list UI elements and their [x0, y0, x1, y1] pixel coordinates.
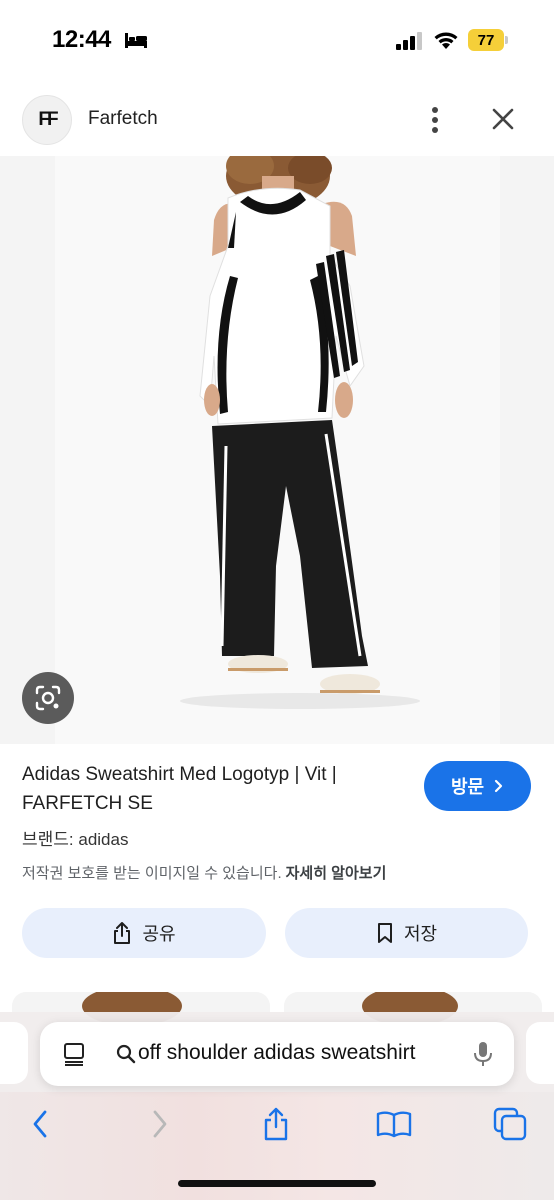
visit-button-label: 방문: [450, 777, 485, 797]
status-time: 12:44: [52, 26, 111, 53]
product-image[interactable]: [0, 156, 554, 744]
previous-tab-preview[interactable]: [0, 1022, 28, 1084]
save-button[interactable]: 저장: [285, 908, 528, 958]
visit-button[interactable]: 방문: [424, 761, 531, 811]
next-tab-preview[interactable]: [526, 1022, 554, 1084]
address-text[interactable]: off shoulder adidas sweatshirt: [138, 1041, 452, 1065]
browser-share-button[interactable]: [256, 1104, 296, 1144]
browser-bottom-bar: off shoulder adidas sweatshirt: [0, 1012, 554, 1200]
tabs-button[interactable]: [490, 1104, 530, 1144]
share-label: 공유: [142, 924, 176, 944]
back-button[interactable]: [20, 1104, 60, 1144]
bookmark-icon: [377, 923, 392, 943]
browser-share-icon: [264, 1107, 288, 1141]
product-title[interactable]: Adidas Sweatshirt Med Logotyp | Vit | FA…: [22, 760, 402, 818]
bookmarks-button[interactable]: [374, 1104, 414, 1144]
wifi-icon: [434, 32, 458, 49]
source-name[interactable]: Farfetch: [88, 108, 158, 130]
back-icon: [33, 1110, 47, 1138]
chevron-right-icon: [494, 779, 503, 793]
bookmarks-icon: [376, 1111, 412, 1138]
lens-icon: [35, 685, 61, 711]
status-bar: 12:44 77: [0, 0, 554, 80]
learn-more-link[interactable]: 자세히 알아보기: [286, 865, 387, 882]
save-label: 저장: [403, 924, 438, 944]
copyright-text: 저작권 보호를 받는 이미지일 수 있습니다.: [22, 865, 282, 882]
browser-toolbar: [0, 1098, 554, 1148]
source-logo[interactable]: FF: [22, 95, 72, 145]
share-icon: [114, 922, 131, 944]
more-icon[interactable]: [422, 104, 448, 136]
forward-button[interactable]: [140, 1104, 180, 1144]
battery-indicator: 77: [468, 29, 508, 51]
address-bar[interactable]: off shoulder adidas sweatshirt: [40, 1022, 514, 1086]
search-icon: [116, 1044, 136, 1064]
forward-icon: [153, 1110, 167, 1138]
mic-icon[interactable]: [472, 1040, 494, 1068]
share-button[interactable]: 공유: [22, 908, 266, 958]
bed-icon: [125, 33, 147, 48]
home-indicator: [178, 1180, 376, 1187]
close-icon[interactable]: [488, 104, 518, 134]
battery-tip: [505, 36, 508, 44]
source-header: FF Farfetch: [0, 90, 554, 152]
lens-button[interactable]: [22, 672, 74, 724]
signal-icon: [396, 32, 422, 50]
tabs-icon: [493, 1107, 527, 1141]
copyright-notice: 저작권 보호를 받는 이미지일 수 있습니다. 자세히 알아보기: [22, 862, 386, 883]
battery-level: 77: [468, 29, 504, 51]
reader-icon[interactable]: [62, 1042, 86, 1066]
product-photo: [0, 156, 554, 744]
brand-line: 브랜드: adidas: [22, 830, 129, 849]
